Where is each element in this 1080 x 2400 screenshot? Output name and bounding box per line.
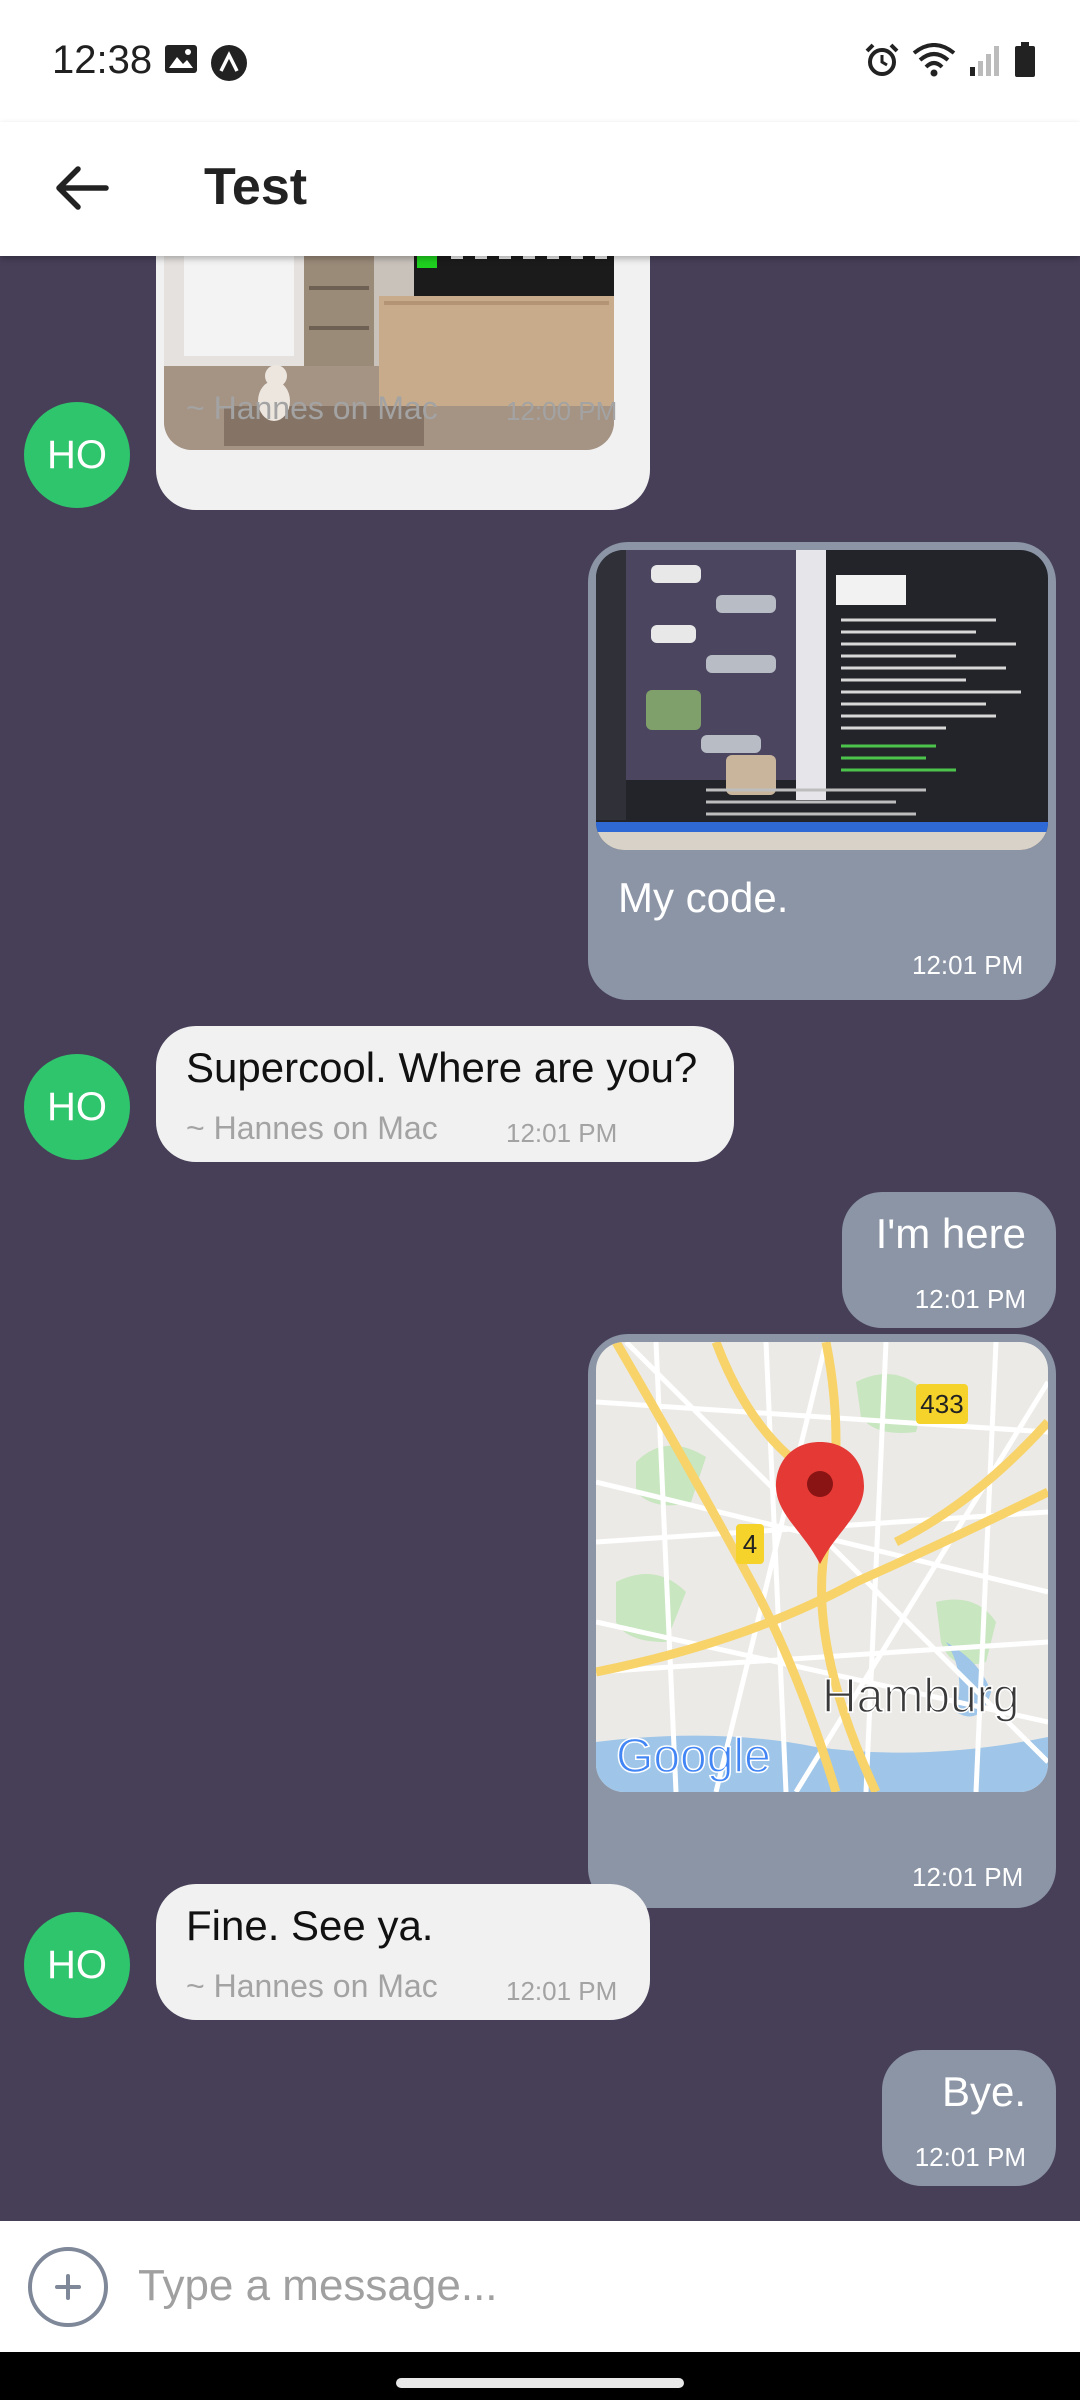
arrow-left-icon <box>56 166 109 210</box>
add-attachment-button[interactable] <box>28 2247 108 2327</box>
message-text: Bye. <box>941 2068 1026 2115</box>
signal-icon <box>970 46 999 76</box>
message-bubble-outgoing-location[interactable]: 433 4 Hamburg Google 12:01 PM <box>588 1334 1056 1908</box>
message-time: 12:01 PM <box>914 1284 1026 1314</box>
message-author: ~ Hannes on Mac <box>186 1110 438 1146</box>
map-city-label: Hamburg <box>822 1670 1019 1723</box>
message-bubble-incoming[interactable]: Supercool. Where are you? ~ Hannes on Ma… <box>156 1026 734 1162</box>
map-image: 433 4 Hamburg Google <box>596 1342 1048 1792</box>
message-author: ~ Hannes on Mac <box>186 1968 438 2004</box>
message-bubble-outgoing[interactable]: Bye. 12:01 PM <box>882 2050 1056 2186</box>
message-time: 12:01 PM <box>506 1976 618 2006</box>
avatar[interactable]: HO <box>24 402 130 508</box>
alarm-icon <box>865 43 899 76</box>
message-time: 12:00 PM <box>506 396 618 426</box>
message-author: ~ Hannes on Mac <box>186 390 438 426</box>
message-composer <box>0 2221 1080 2352</box>
message-time: 12:01 PM <box>914 2142 1026 2172</box>
system-nav-bar <box>0 2352 1080 2400</box>
avatar[interactable]: HO <box>24 1912 130 2018</box>
status-bar: 12:38 <box>0 0 1080 122</box>
google-logo: Google <box>616 1730 771 1783</box>
message-input[interactable] <box>138 2241 1038 2331</box>
app-a-icon <box>211 45 247 81</box>
location-map[interactable]: 433 4 Hamburg Google <box>596 1342 1048 1792</box>
app-bar: Test <box>0 122 1080 256</box>
chat-title: Test <box>204 158 308 216</box>
message-bubble-outgoing[interactable]: I'm here 12:01 PM <box>842 1192 1056 1328</box>
message-bubble-outgoing-image[interactable]: My code. 12:01 PM <box>588 542 1056 1000</box>
laptop-code-screen-photo[interactable] <box>596 550 1048 850</box>
home-indicator[interactable] <box>396 2378 684 2388</box>
message-bubble-incoming[interactable]: Fine. See ya. ~ Hannes on Mac 12:01 PM <box>156 1884 650 2020</box>
avatar[interactable]: HO <box>24 1054 130 1160</box>
road-badge-4: 4 <box>743 1529 757 1559</box>
wifi-icon <box>912 43 956 77</box>
back-button[interactable] <box>44 150 120 226</box>
message-text: I'm here <box>875 1210 1026 1257</box>
message-text: Fine. See ya. <box>186 1902 434 1949</box>
message-text: My code. <box>618 874 789 921</box>
message-time: 12:01 PM <box>912 950 1024 980</box>
status-time: 12:38 <box>52 38 153 82</box>
laptop-code-screen-image <box>596 550 1048 850</box>
message-list[interactable]: HO ~ Hannes on Mac 12:00 PM My code. 12:… <box>0 256 1080 2221</box>
plus-icon <box>55 2274 81 2300</box>
road-badge-433: 433 <box>920 1389 963 1419</box>
battery-icon <box>1015 42 1035 77</box>
message-text: Supercool. Where are you? <box>186 1044 698 1091</box>
image-icon <box>165 45 197 73</box>
message-time: 12:01 PM <box>506 1118 618 1148</box>
message-time: 12:01 PM <box>912 1862 1024 1892</box>
message-bubble-incoming-image[interactable]: ~ Hannes on Mac 12:00 PM <box>156 256 650 510</box>
